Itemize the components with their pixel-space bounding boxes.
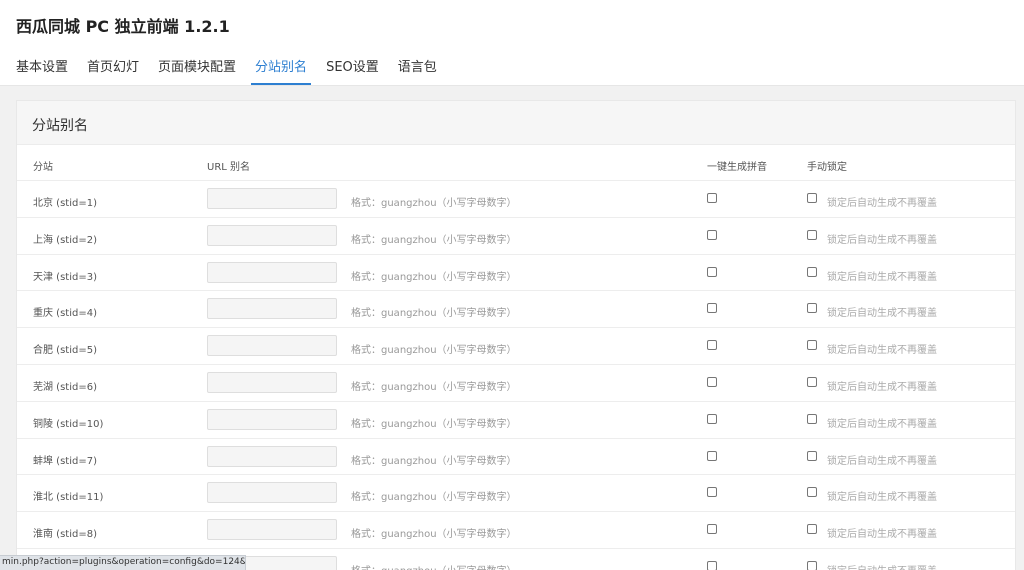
url-alias-input[interactable] xyxy=(207,408,337,430)
tab-1[interactable]: 首页幻灯 xyxy=(87,48,139,85)
alias-format-hint: 格式：guangzhou（小写字母数字） xyxy=(351,271,517,283)
alias-format-hint: 格式：guangzhou（小写字母数字） xyxy=(351,418,517,430)
table-row: 淮南 (stid=8) 格式：guangzhou（小写字母数字） 锁定后自动生成不再… xyxy=(17,512,1015,549)
manual-lock-checkbox[interactable] xyxy=(807,193,817,203)
lock-hint: 锁定后自动生成不再覆盖 xyxy=(827,271,937,283)
url-alias-input[interactable] xyxy=(207,335,337,357)
site-name: 重庆 (stid=4) xyxy=(33,308,97,320)
site-name: 合肥 (stid=5) xyxy=(33,345,97,357)
lock-hint: 锁定后自动生成不再覆盖 xyxy=(827,492,937,504)
site-name: 淮南 (stid=8) xyxy=(33,529,97,541)
column-alias: URL 别名 xyxy=(207,162,251,173)
lock-hint: 锁定后自动生成不再覆盖 xyxy=(827,234,937,246)
url-alias-input[interactable] xyxy=(207,445,337,467)
column-site: 分站 xyxy=(33,162,53,173)
url-alias-input[interactable] xyxy=(207,371,337,393)
manual-lock-checkbox[interactable] xyxy=(807,376,817,387)
manual-lock-checkbox[interactable] xyxy=(807,303,817,314)
generate-pinyin-checkbox[interactable] xyxy=(707,524,717,535)
lock-hint: 锁定后自动生成不再覆盖 xyxy=(827,418,937,430)
site-name: 铜陵 (stid=10) xyxy=(33,418,104,430)
generate-pinyin-checkbox[interactable] xyxy=(707,229,717,240)
manual-lock-checkbox[interactable] xyxy=(807,413,817,424)
site-name: 北京 (stid=1) xyxy=(33,198,97,209)
table-row: 上海 (stid=2) 格式：guangzhou（小写字母数字） 锁定后自动生成不再… xyxy=(17,218,1015,255)
lock-hint: 锁定后自动生成不再覆盖 xyxy=(827,562,937,570)
tab-4[interactable]: SEO设置 xyxy=(326,48,379,85)
alias-format-hint: 格式：guangzhou（小写字母数字） xyxy=(351,308,517,320)
alias-format-hint: 格式：guangzhou（小写字母数字） xyxy=(351,492,517,504)
lock-hint: 锁定后自动生成不再覆盖 xyxy=(827,308,937,320)
page-header: 西瓜同城 PC 独立前端 1.2.1 基本设置 首页幻灯 页面模块配置 分站别名 SEO… xyxy=(0,0,1024,86)
url-alias-input[interactable] xyxy=(207,519,337,541)
table-row: 北京 (stid=1) 格式：guangzhou（小写字母数字） 锁定后自动生成不再… xyxy=(17,181,1015,218)
app-title: 西瓜同城 PC 独立前端 1.2.1 xyxy=(16,17,230,36)
tab-2[interactable]: 页面模块配置 xyxy=(158,48,236,85)
table-row: 淮北 (stid=11) 格式：guangzhou（小写字母数字） 锁定后自动生成不… xyxy=(17,475,1015,513)
alias-format-hint: 格式：guangzhou（小写字母数字） xyxy=(351,529,517,541)
alias-format-hint: 格式：guangzhou（小写字母数字） xyxy=(351,345,517,357)
site-name: 上海 (stid=2) xyxy=(33,234,97,246)
generate-pinyin-checkbox[interactable] xyxy=(707,560,717,570)
url-alias-input[interactable] xyxy=(207,224,337,246)
url-alias-input[interactable] xyxy=(207,298,337,320)
panel-title: 分站别名 xyxy=(17,101,1015,145)
alias-format-hint: 格式：guangzhou（小写字母数字） xyxy=(351,562,517,570)
table-row: 合肥 (stid=5) 格式：guangzhou（小写字母数字） 锁定后自动生成不再… xyxy=(17,328,1015,365)
tab-5[interactable]: 语言包 xyxy=(398,48,437,85)
column-pinyin: 一键生成拼音 xyxy=(707,162,767,173)
generate-pinyin-checkbox[interactable] xyxy=(707,340,717,351)
manual-lock-checkbox[interactable] xyxy=(807,450,817,461)
alias-format-hint: 格式：guangzhou（小写字母数字） xyxy=(351,455,517,467)
table-row: 天津 (stid=3) 格式：guangzhou（小写字母数字） 锁定后自动生成不再… xyxy=(17,255,1015,292)
url-alias-input[interactable] xyxy=(207,261,337,283)
tab-0[interactable]: 基本设置 xyxy=(16,48,68,85)
site-name: 淮北 (stid=11) xyxy=(33,492,104,504)
table-row: 重庆 (stid=4) 格式：guangzhou（小写字母数字） 锁定后自动生成不再… xyxy=(17,291,1015,329)
manual-lock-checkbox[interactable] xyxy=(807,340,817,351)
site-alias-panel: 分站别名 分站 URL 别名 一键生成拼音 手动锁定 北京 (stid=1) 格式… xyxy=(16,100,1016,570)
lock-hint: 锁定后自动生成不再覆盖 xyxy=(827,198,937,209)
lock-hint: 锁定后自动生成不再覆盖 xyxy=(827,345,937,357)
column-lock: 手动锁定 xyxy=(807,162,847,173)
site-name: 芜湖 (stid=6) xyxy=(33,381,97,393)
manual-lock-checkbox[interactable] xyxy=(807,266,817,277)
table-body: 北京 (stid=1) 格式：guangzhou（小写字母数字） 锁定后自动生成不再… xyxy=(17,181,1015,570)
alias-format-hint: 格式：guangzhou（小写字母数字） xyxy=(351,234,517,246)
manual-lock-checkbox[interactable] xyxy=(807,560,817,570)
alias-format-hint: 格式：guangzhou（小写字母数字） xyxy=(351,198,517,209)
manual-lock-checkbox[interactable] xyxy=(807,229,817,240)
tab-3[interactable]: 分站别名 xyxy=(251,48,312,85)
generate-pinyin-checkbox[interactable] xyxy=(707,303,717,314)
site-name: 蚌埠 (stid=7) xyxy=(33,455,97,467)
manual-lock-checkbox[interactable] xyxy=(807,487,817,498)
url-alias-input[interactable] xyxy=(207,188,337,209)
lock-hint: 锁定后自动生成不再覆盖 xyxy=(827,529,937,541)
generate-pinyin-checkbox[interactable] xyxy=(707,413,717,424)
generate-pinyin-checkbox[interactable] xyxy=(707,193,717,203)
status-bar-url: min.php?action=plugins&operation=config&… xyxy=(0,555,246,570)
lock-hint: 锁定后自动生成不再覆盖 xyxy=(827,455,937,467)
table-header: 分站 URL 别名 一键生成拼音 手动锁定 xyxy=(17,145,1015,181)
tab-bar: 基本设置 首页幻灯 页面模块配置 分站别名 SEO设置 语言包 xyxy=(16,48,1024,85)
manual-lock-checkbox[interactable] xyxy=(807,524,817,535)
generate-pinyin-checkbox[interactable] xyxy=(707,266,717,277)
generate-pinyin-checkbox[interactable] xyxy=(707,376,717,387)
generate-pinyin-checkbox[interactable] xyxy=(707,487,717,498)
lock-hint: 锁定后自动生成不再覆盖 xyxy=(827,381,937,393)
generate-pinyin-checkbox[interactable] xyxy=(707,450,717,461)
table-row: 芜湖 (stid=6) 格式：guangzhou（小写字母数字） 锁定后自动生成不再… xyxy=(17,365,1015,402)
table-row: 铜陵 (stid=10) 格式：guangzhou（小写字母数字） 锁定后自动生成不… xyxy=(17,402,1015,439)
table-row: 蚌埠 (stid=7) 格式：guangzhou（小写字母数字） 锁定后自动生成不再… xyxy=(17,439,1015,476)
site-name: 天津 (stid=3) xyxy=(33,271,97,283)
url-alias-input[interactable] xyxy=(207,482,337,504)
alias-format-hint: 格式：guangzhou（小写字母数字） xyxy=(351,381,517,393)
